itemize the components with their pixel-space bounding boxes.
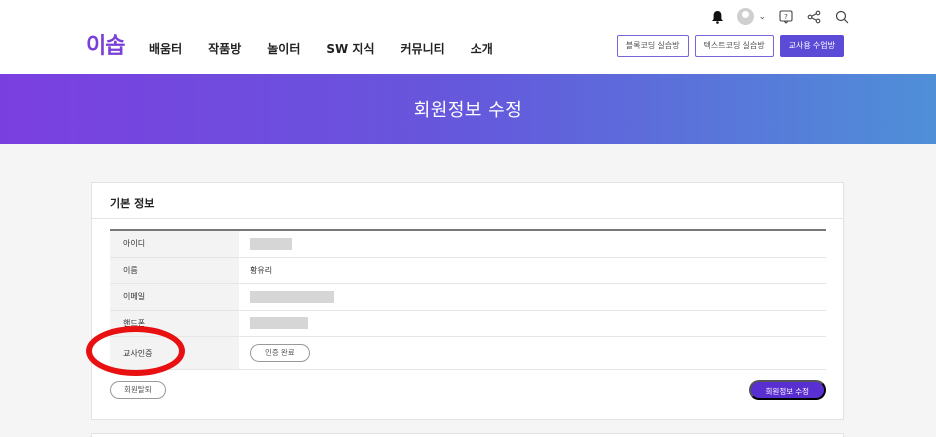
name-label: 이름 — [110, 257, 239, 283]
chevron-down-icon: ⌄ — [758, 11, 766, 22]
redacted-value — [250, 237, 292, 250]
cert-complete-button[interactable]: 인증 완료 — [250, 344, 310, 362]
nav-item-learning[interactable]: 배움터 — [149, 40, 182, 57]
next-card — [91, 433, 844, 437]
table-row-id: 아이디 — [110, 231, 826, 258]
site-logo[interactable]: 이솝 — [86, 28, 125, 60]
table-row-email: 이메일 — [110, 284, 826, 311]
site-header: 이솝 배움터 작품방 놀이터 SW 지식 커뮤니티 소개 ⌄ ? 블록코딩 실습… — [0, 0, 936, 74]
nav-item-community[interactable]: 커뮤니티 — [401, 40, 445, 57]
page-banner: 회원정보 수정 — [0, 74, 936, 144]
withdraw-button[interactable]: 회원탈퇴 — [110, 381, 166, 399]
redacted-value — [250, 317, 308, 330]
search-icon[interactable] — [834, 9, 850, 25]
table-row-teacher-cert: 교사인증 인증 완료 — [110, 337, 826, 370]
header-action-buttons: 블록코딩 실습방 텍스트코딩 실습방 교사용 수업방 — [616, 35, 844, 57]
main-nav: 배움터 작품방 놀이터 SW 지식 커뮤니티 소개 — [149, 40, 519, 57]
table-row-phone: 핸드폰 — [110, 310, 826, 337]
nav-item-about[interactable]: 소개 — [471, 40, 493, 57]
teacher-class-button[interactable]: 교사용 수업방 — [779, 35, 844, 57]
nav-item-works[interactable]: 작품방 — [208, 40, 241, 57]
name-value: 황유리 — [250, 265, 273, 275]
id-value — [239, 231, 826, 257]
block-coding-button[interactable]: 블록코딩 실습방 — [616, 35, 689, 57]
avatar-icon — [737, 8, 755, 25]
info-table: 아이디 이름 황유리 이메일 핸드폰 교사인증 인증 완료 — [110, 229, 826, 370]
divider — [92, 218, 843, 219]
nav-item-sw-knowledge[interactable]: SW 지식 — [326, 40, 374, 57]
page-title: 회원정보 수정 — [413, 100, 523, 121]
redacted-value — [250, 290, 334, 303]
section-title: 기본 정보 — [110, 197, 155, 210]
basic-info-card: 기본 정보 아이디 이름 황유리 이메일 핸드폰 교사인증 인증 완료 회원탈퇴… — [91, 182, 844, 420]
email-value — [239, 284, 826, 310]
bell-icon[interactable] — [709, 9, 725, 25]
table-row-name: 이름 황유리 — [110, 257, 826, 284]
id-label: 아이디 — [110, 231, 239, 257]
email-label: 이메일 — [110, 284, 239, 310]
account-menu[interactable]: ⌄ — [737, 8, 766, 25]
help-icon[interactable]: ? — [778, 9, 794, 25]
svg-text:?: ? — [784, 13, 788, 21]
edit-profile-button[interactable]: 회원정보 수정 — [748, 380, 826, 400]
phone-value — [239, 311, 826, 337]
teacher-cert-value: 인증 완료 — [239, 337, 826, 369]
logo-text: 이솝 — [86, 34, 125, 59]
top-utility-icons: ⌄ ? — [709, 8, 850, 25]
nav-item-playground[interactable]: 놀이터 — [267, 40, 300, 57]
teacher-cert-label: 교사인증 — [110, 337, 239, 369]
share-icon[interactable] — [806, 9, 822, 25]
phone-label: 핸드폰 — [110, 310, 239, 336]
text-coding-button[interactable]: 텍스트코딩 실습방 — [694, 35, 774, 57]
